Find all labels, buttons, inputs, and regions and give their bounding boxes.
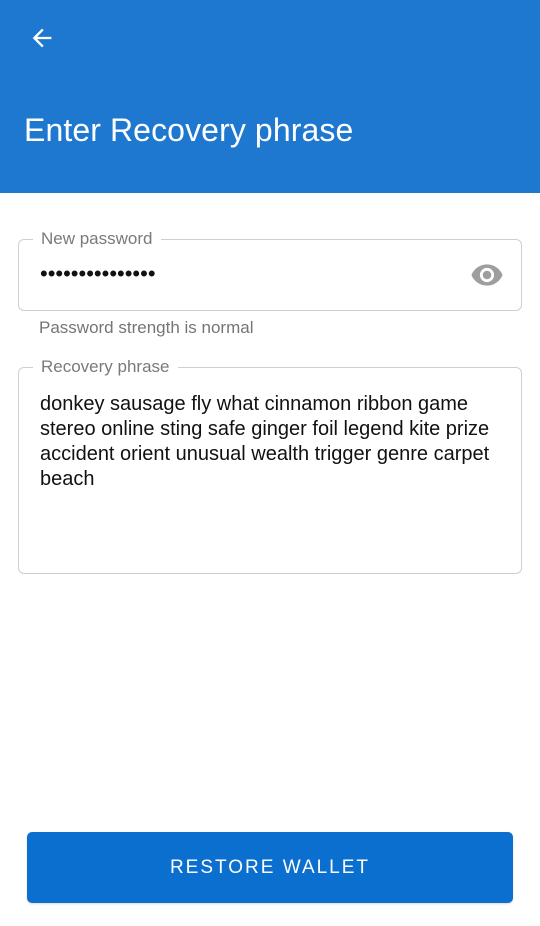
password-input[interactable]: ••••••••••••••• (40, 261, 451, 287)
password-strength-text: Password strength is normal (39, 318, 254, 337)
back-button[interactable] (22, 18, 62, 58)
recovery-phrase-field[interactable]: Recovery phrase donkey sausage fly what … (18, 357, 522, 574)
eye-icon (471, 264, 503, 286)
recovery-phrase-label: Recovery phrase (33, 357, 178, 377)
toggle-password-visibility-button[interactable] (469, 260, 505, 290)
page-title: Enter Recovery phrase (24, 112, 354, 148)
password-field[interactable]: New password ••••••••••••••• (18, 229, 522, 311)
app-bar: Enter Recovery phrase (0, 0, 540, 193)
password-field-label: New password (33, 229, 161, 249)
recovery-phrase-input[interactable]: donkey sausage fly what cinnamon ribbon … (40, 392, 510, 492)
restore-wallet-label: RESTORE WALLET (169, 856, 371, 878)
arrow-left-icon (32, 28, 52, 48)
restore-wallet-button[interactable]: RESTORE WALLET (27, 832, 513, 903)
